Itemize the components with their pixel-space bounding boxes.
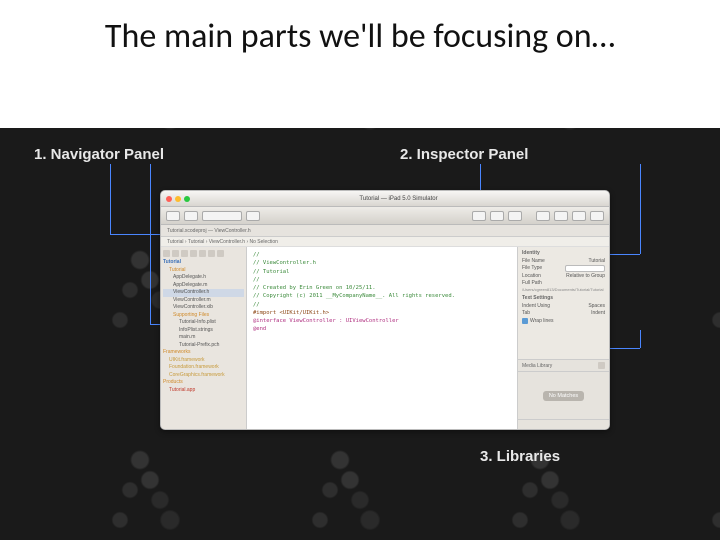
view-toggle-button[interactable]	[536, 211, 550, 221]
connector-line	[610, 348, 640, 349]
zoom-icon[interactable]	[184, 196, 190, 202]
code-editor[interactable]: // // ViewController.h // Tutorial // //…	[247, 247, 517, 429]
view-toggle-button[interactable]	[572, 211, 586, 221]
library-header: Media Library	[522, 363, 552, 369]
tab-active[interactable]: Tutorial.xcodeproj — ViewController.h	[167, 228, 251, 234]
connector-line	[640, 164, 641, 254]
minimize-icon[interactable]	[175, 196, 181, 202]
no-matches-pill: No Matches	[543, 391, 584, 401]
slide-title: The main parts we'll be focusing on…	[0, 0, 720, 59]
navigator-tabs[interactable]	[163, 250, 244, 257]
label-navigator: 1. Navigator Panel	[34, 146, 164, 163]
editor-mode-button[interactable]	[490, 211, 504, 221]
view-toggle-button[interactable]	[554, 211, 568, 221]
toolbar	[161, 207, 609, 225]
stop-button[interactable]	[184, 211, 198, 221]
label-inspector: 2. Inspector Panel	[400, 146, 528, 163]
run-button[interactable]	[166, 211, 180, 221]
editor-mode-button[interactable]	[472, 211, 486, 221]
connector-line	[150, 164, 151, 324]
breakpoints-button[interactable]	[246, 211, 260, 221]
connector-line	[640, 330, 641, 348]
project-tree[interactable]: Tutorial Tutorial AppDelegate.h AppDeleg…	[163, 259, 244, 394]
checkbox-icon[interactable]	[522, 318, 528, 324]
window-title: Tutorial — iPad 5.0 Simulator	[193, 196, 604, 202]
connector-line	[110, 234, 162, 235]
title-banner: The main parts we'll be focusing on…	[0, 0, 720, 128]
scheme-button[interactable]	[202, 211, 242, 221]
inspector-panel: Identity File NameTutorial File Type Loc…	[517, 247, 609, 429]
close-icon[interactable]	[166, 196, 172, 202]
label-libraries: 3. Libraries	[480, 448, 560, 465]
navigator-panel: Tutorial Tutorial AppDelegate.h AppDeleg…	[161, 247, 247, 429]
grid-icon[interactable]	[598, 362, 605, 369]
organizer-button[interactable]	[590, 211, 604, 221]
window-titlebar: Tutorial — iPad 5.0 Simulator	[161, 191, 609, 207]
connector-line	[110, 164, 111, 234]
tab-bar: Tutorial.xcodeproj — ViewController.h	[161, 225, 609, 237]
library-panel: Media Library No Matches	[518, 359, 609, 429]
editor-mode-button[interactable]	[508, 211, 522, 221]
connector-line	[610, 254, 640, 255]
file-type-field[interactable]	[565, 265, 605, 272]
breadcrumb[interactable]: Tutorial › Tutorial › ViewController.h ›…	[161, 237, 609, 247]
xcode-window: Tutorial — iPad 5.0 Simulator Tutorial.x…	[160, 190, 610, 430]
